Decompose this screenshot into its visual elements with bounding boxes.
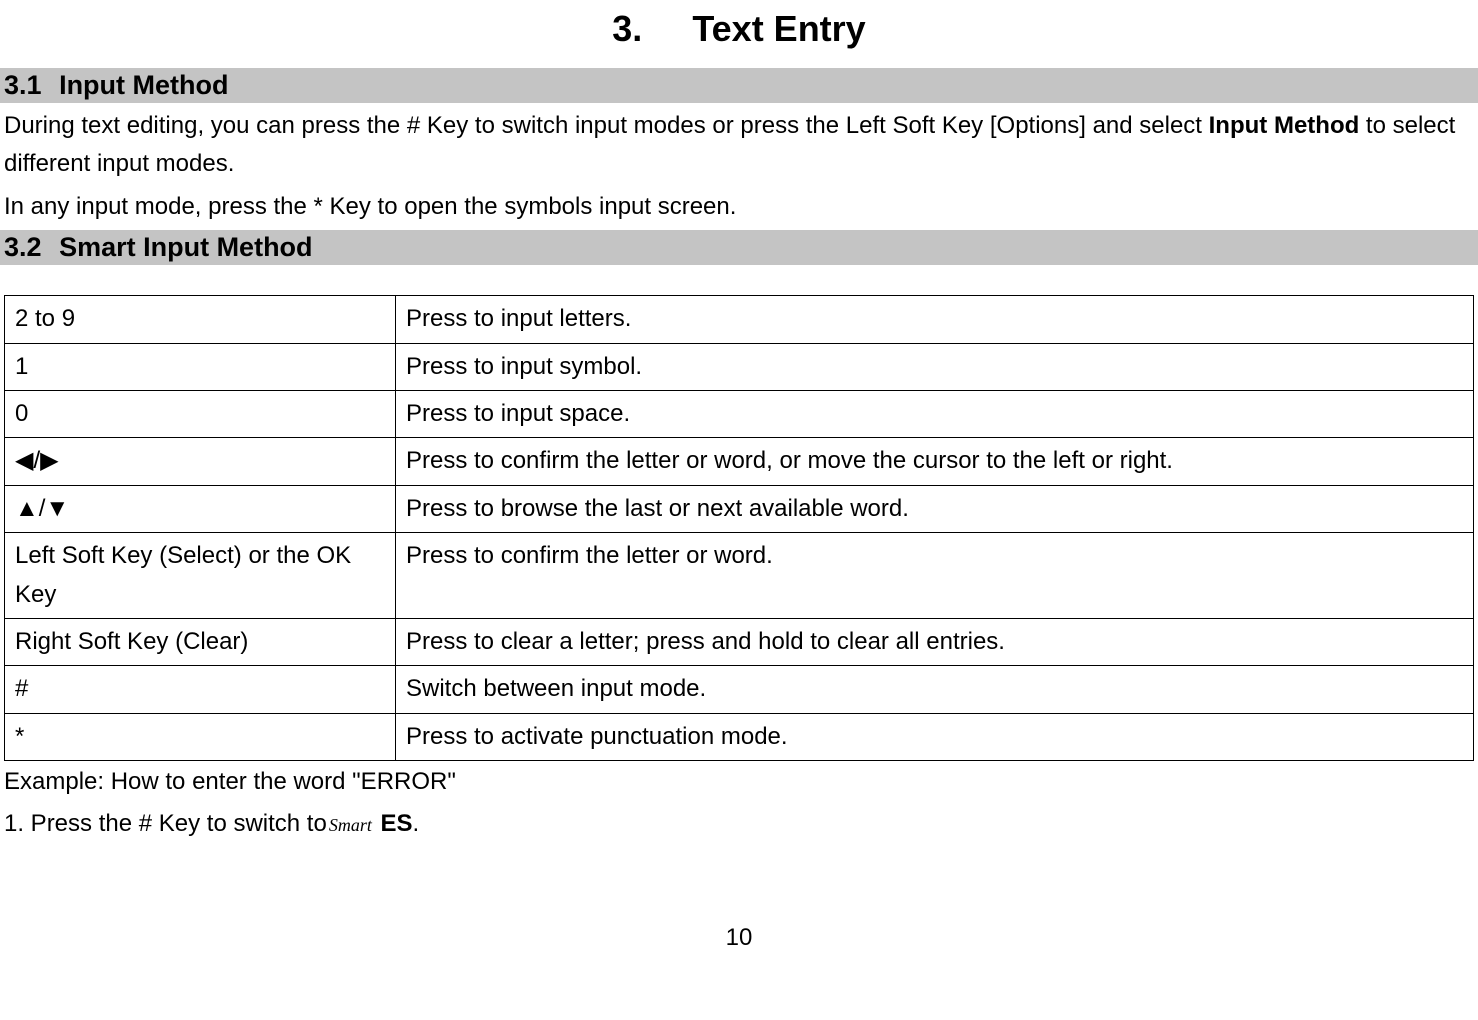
key-cell: ▲/▼ xyxy=(5,485,396,532)
bold-text: Input Method xyxy=(1209,112,1360,139)
table-row: Right Soft Key (Clear) Press to clear a … xyxy=(5,618,1474,665)
key-cell: * xyxy=(5,713,396,760)
text-run: During text editing, you can press the #… xyxy=(4,112,1209,139)
key-cell: 0 xyxy=(5,390,396,437)
example-title: Example: How to enter the word "ERROR" xyxy=(4,763,1474,801)
desc-cell: Press to input symbol. xyxy=(396,343,1474,390)
key-cell: 2 to 9 xyxy=(5,296,396,343)
section-3-1-paragraph-2: In any input mode, press the * Key to op… xyxy=(4,188,1474,226)
table-row: ◀/▶ Press to confirm the letter or word,… xyxy=(5,438,1474,485)
example-step-1: 1. Press the # Key to switch toSmart ES. xyxy=(4,805,1474,843)
key-cell: ◀/▶ xyxy=(5,438,396,485)
text-run: 1. Press the # Key to switch to xyxy=(4,810,327,837)
section-3-1-paragraph-1: During text editing, you can press the #… xyxy=(4,107,1474,184)
desc-cell: Press to clear a letter; press and hold … xyxy=(396,618,1474,665)
page-number: 10 xyxy=(0,924,1478,952)
key-cell: Right Soft Key (Clear) xyxy=(5,618,396,665)
section-3-1-heading: 3.1 Input Method xyxy=(0,68,1478,103)
bold-text: ES xyxy=(374,810,413,837)
key-cell: Left Soft Key (Select) or the OK Key xyxy=(5,533,396,619)
desc-cell: Press to confirm the letter or word. xyxy=(396,533,1474,619)
desc-cell: Press to input letters. xyxy=(396,296,1474,343)
section-title: Input Method xyxy=(59,70,228,100)
table-row: Left Soft Key (Select) or the OK Key Pre… xyxy=(5,533,1474,619)
desc-cell: Press to confirm the letter or word, or … xyxy=(396,438,1474,485)
chapter-title: 3. Text Entry xyxy=(0,8,1478,50)
section-3-2-heading: 3.2 Smart Input Method xyxy=(0,230,1478,265)
table-row: ▲/▼ Press to browse the last or next ava… xyxy=(5,485,1474,532)
desc-cell: Press to input space. xyxy=(396,390,1474,437)
chapter-number: 3. xyxy=(612,8,642,49)
table-row: 1 Press to input symbol. xyxy=(5,343,1474,390)
desc-cell: Press to browse the last or next availab… xyxy=(396,485,1474,532)
desc-cell: Switch between input mode. xyxy=(396,666,1474,713)
section-number: 3.1 xyxy=(4,70,42,100)
table-row: 2 to 9 Press to input letters. xyxy=(5,296,1474,343)
key-cell: 1 xyxy=(5,343,396,390)
text-run: Example: How to enter the word "ERROR" xyxy=(4,768,456,795)
smart-input-icon: Smart xyxy=(327,811,374,840)
table-row: # Switch between input mode. xyxy=(5,666,1474,713)
chapter-name: Text Entry xyxy=(692,8,865,49)
section-title: Smart Input Method xyxy=(59,232,312,262)
desc-cell: Press to activate punctuation mode. xyxy=(396,713,1474,760)
text-run: In any input mode, press the * Key to op… xyxy=(4,193,736,220)
table-row: 0 Press to input space. xyxy=(5,390,1474,437)
text-run: . xyxy=(413,810,420,837)
section-number: 3.2 xyxy=(4,232,42,262)
table-row: * Press to activate punctuation mode. xyxy=(5,713,1474,760)
key-cell: # xyxy=(5,666,396,713)
key-function-table: 2 to 9 Press to input letters. 1 Press t… xyxy=(4,295,1474,761)
